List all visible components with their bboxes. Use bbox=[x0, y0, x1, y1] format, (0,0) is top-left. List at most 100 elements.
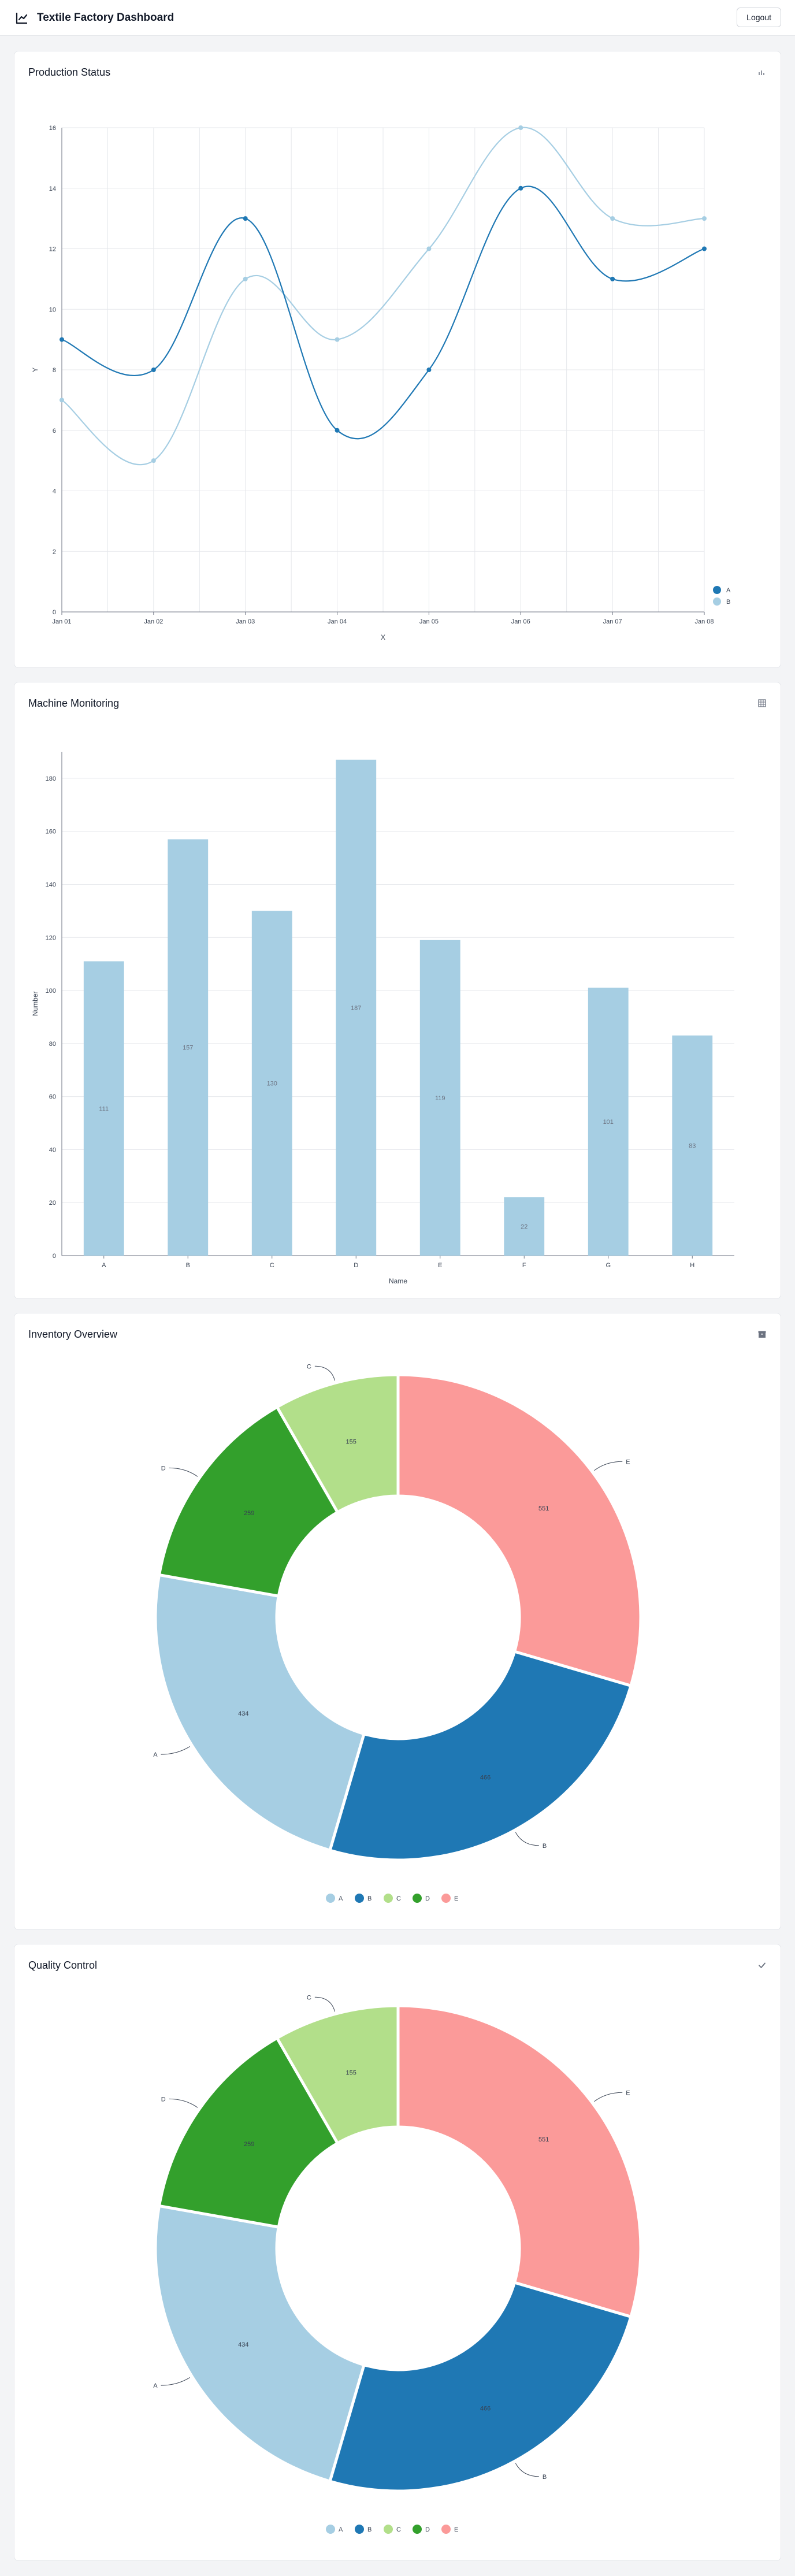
y-tick-label: 180 bbox=[46, 775, 56, 782]
x-tick-label: Jan 07 bbox=[603, 618, 622, 625]
slice-value-label: 155 bbox=[346, 1439, 356, 1446]
data-point-A bbox=[426, 368, 432, 372]
x-tick-label: A bbox=[102, 1262, 106, 1269]
legend-marker-C bbox=[384, 2525, 393, 2534]
data-point-B bbox=[243, 276, 248, 281]
top-bar: Textile Factory Dashboard Logout bbox=[0, 0, 795, 36]
legend-marker-A bbox=[326, 2525, 335, 2534]
line-chart: 0 2 4 6 8 10 12 14 16 Jan 01 Jan 02 Jan 03 Jan 04 Jan… bbox=[31, 125, 731, 641]
x-tick-label: Jan 04 bbox=[328, 618, 347, 625]
chart-app-icon bbox=[14, 10, 30, 26]
bar-value-label: 130 bbox=[267, 1081, 277, 1087]
bar-value-label: 157 bbox=[183, 1045, 193, 1052]
data-point-A bbox=[518, 185, 523, 191]
y-tick-label: 6 bbox=[53, 428, 56, 435]
y-tick-label: 20 bbox=[49, 1200, 56, 1207]
slice-value-label: 259 bbox=[244, 2141, 254, 2148]
x-tick-label: Jan 03 bbox=[236, 618, 255, 625]
y-tick-label: 0 bbox=[53, 1253, 56, 1260]
slice-value-label: 155 bbox=[346, 2070, 356, 2077]
slice-value-label: 551 bbox=[538, 2136, 549, 2143]
legend-marker-B bbox=[355, 2525, 364, 2534]
y-axis-label: Y bbox=[31, 368, 39, 372]
bar-value-label: 187 bbox=[351, 1005, 361, 1012]
data-point-A bbox=[610, 276, 615, 281]
y-tick-label: 8 bbox=[53, 367, 56, 374]
data-point-A bbox=[151, 368, 156, 372]
legend-marker-E bbox=[441, 2525, 451, 2534]
legend-label: D bbox=[425, 1895, 430, 1902]
x-tick-label: Jan 01 bbox=[52, 618, 71, 625]
legend-label: B bbox=[726, 599, 730, 606]
data-point-A bbox=[702, 246, 707, 251]
y-tick-label: 120 bbox=[46, 934, 56, 941]
y-tick-label: 40 bbox=[49, 1146, 56, 1153]
y-tick-label: 4 bbox=[53, 488, 56, 495]
legend-label: B bbox=[367, 1895, 372, 1902]
bar-value-label: 22 bbox=[521, 1224, 527, 1231]
bar-value-label: 101 bbox=[603, 1119, 614, 1126]
x-tick-label: D bbox=[354, 1262, 358, 1269]
data-point-A bbox=[60, 337, 64, 342]
x-tick-label: Jan 06 bbox=[511, 618, 530, 625]
legend-marker-B bbox=[713, 597, 721, 606]
legend-marker-C bbox=[384, 1894, 393, 1903]
slice-value-label: 551 bbox=[538, 1505, 549, 1512]
leader-line bbox=[169, 2098, 198, 2108]
inventory-overview-card: Inventory Overview 551 E 466 B 434 A 259 D 155 C A… bbox=[14, 1313, 781, 1930]
legend-marker-D bbox=[413, 1894, 422, 1903]
legend-label: C bbox=[396, 2526, 401, 2533]
app-title: Textile Factory Dashboard bbox=[37, 11, 174, 24]
legend-label: E bbox=[454, 1895, 458, 1902]
y-tick-label: 60 bbox=[49, 1094, 56, 1101]
leader-line bbox=[314, 1996, 336, 2012]
y-axis-label: Number bbox=[31, 992, 39, 1016]
data-point-B bbox=[610, 216, 615, 221]
x-tick-label: F bbox=[522, 1262, 526, 1269]
x-tick-label: Jan 08 bbox=[694, 618, 714, 625]
bar-chart: 0 20 40 60 80 100 120 140 160 180 111 A 157 B 130 C 187 D… bbox=[31, 752, 734, 1285]
legend-marker-A bbox=[713, 586, 721, 594]
data-point-B bbox=[151, 458, 156, 463]
data-point-A bbox=[335, 428, 340, 433]
quality-control-card: Quality Control 551 E 466 B 434 A 259 D 155 C A B C D… bbox=[14, 1944, 781, 2561]
slice-E bbox=[396, 1373, 642, 1688]
y-tick-label: 10 bbox=[49, 306, 56, 313]
leader-line bbox=[161, 1746, 190, 1755]
bar-value-label: 119 bbox=[435, 1095, 445, 1102]
slice-outer-label: E bbox=[626, 2089, 630, 2096]
slice-value-label: 466 bbox=[480, 2405, 491, 2412]
slice-outer-label: B bbox=[543, 2474, 547, 2481]
slice-outer-label: D bbox=[161, 2096, 166, 2103]
bar-value-label: 111 bbox=[99, 1105, 109, 1112]
y-tick-label: 2 bbox=[53, 548, 56, 555]
legend-label: E bbox=[454, 2526, 458, 2533]
slice-value-label: 434 bbox=[238, 1710, 248, 1717]
slice-B bbox=[328, 1650, 633, 1862]
y-tick-label: 80 bbox=[49, 1041, 56, 1048]
logout-button[interactable]: Logout bbox=[737, 8, 781, 27]
slice-outer-label: B bbox=[543, 1843, 547, 1850]
x-axis-label: Name bbox=[389, 1277, 407, 1285]
slice-outer-label: D bbox=[161, 1465, 166, 1472]
y-tick-label: 0 bbox=[53, 609, 56, 616]
legend-label: B bbox=[367, 2526, 372, 2533]
slice-E bbox=[396, 2004, 642, 2319]
leader-line bbox=[161, 2377, 190, 2386]
slice-outer-label: A bbox=[153, 1751, 158, 1758]
x-tick-label: G bbox=[605, 1262, 611, 1269]
leader-line bbox=[169, 1467, 198, 1477]
y-tick-label: 100 bbox=[46, 988, 56, 994]
data-point-B bbox=[702, 216, 707, 221]
legend-label: A bbox=[726, 587, 731, 594]
legend-label: A bbox=[339, 1895, 343, 1902]
x-tick-label: C bbox=[270, 1262, 274, 1269]
x-axis-label: X bbox=[381, 633, 385, 641]
slice-value-label: 466 bbox=[480, 1774, 491, 1781]
legend-marker-D bbox=[413, 2525, 422, 2534]
data-point-B bbox=[518, 125, 523, 130]
leader-line bbox=[515, 2463, 539, 2477]
legend-marker-B bbox=[355, 1894, 364, 1903]
x-tick-label: Jan 02 bbox=[144, 618, 163, 625]
leader-line bbox=[515, 1832, 539, 1846]
